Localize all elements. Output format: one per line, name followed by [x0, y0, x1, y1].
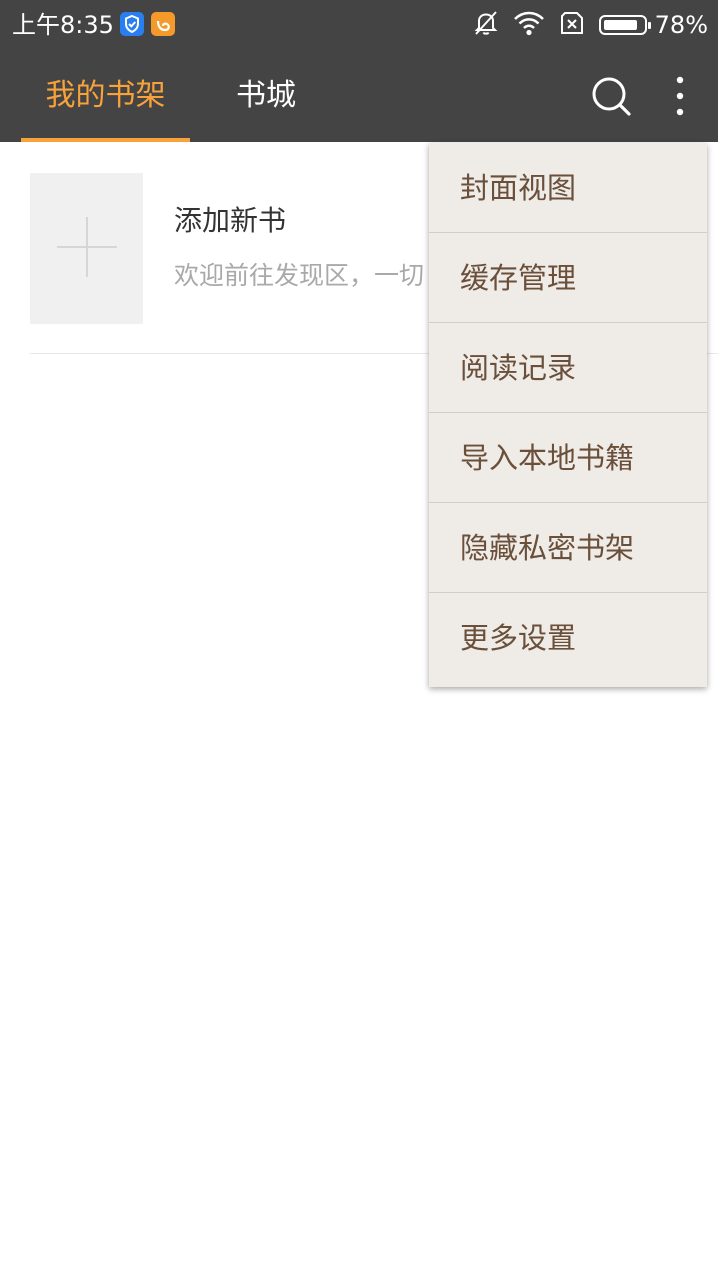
uc-browser-icon: [151, 12, 175, 36]
shield-app-icon: [120, 12, 144, 36]
app-toolbar: 我的书架 书城: [0, 50, 718, 142]
status-bar: 上午8:35 78%: [0, 0, 718, 50]
menu-item-import-local-books[interactable]: 导入本地书籍: [429, 413, 707, 503]
menu-item-cache-management[interactable]: 缓存管理: [429, 233, 707, 323]
status-right-icons: 78%: [459, 9, 708, 41]
no-sim-icon: [559, 11, 585, 39]
battery-percent: 78%: [654, 11, 708, 39]
more-vert-icon: [676, 76, 684, 116]
overflow-menu: 封面视图 缓存管理 阅读记录 导入本地书籍 隐藏私密书架 更多设置: [429, 143, 707, 687]
menu-item-reading-history[interactable]: 阅读记录: [429, 323, 707, 413]
menu-item-cover-view[interactable]: 封面视图: [429, 143, 707, 233]
tab-bookstore[interactable]: 书城: [212, 50, 320, 142]
add-book-cover[interactable]: [30, 173, 143, 324]
search-icon: [592, 77, 631, 116]
mute-bell-icon: [473, 9, 499, 41]
menu-item-hide-private-shelf[interactable]: 隐藏私密书架: [429, 503, 707, 593]
add-book-title: 添加新书: [174, 204, 287, 237]
wifi-icon: [513, 10, 545, 40]
status-time: 上午8:35: [12, 11, 114, 39]
add-book-subtitle: 欢迎前往发现区，一切: [174, 261, 425, 290]
search-button[interactable]: [587, 72, 635, 120]
tab-my-bookshelf[interactable]: 我的书架: [21, 50, 190, 142]
battery-icon: [598, 15, 651, 35]
more-options-button[interactable]: [656, 72, 704, 120]
menu-item-more-settings[interactable]: 更多设置: [429, 593, 707, 683]
